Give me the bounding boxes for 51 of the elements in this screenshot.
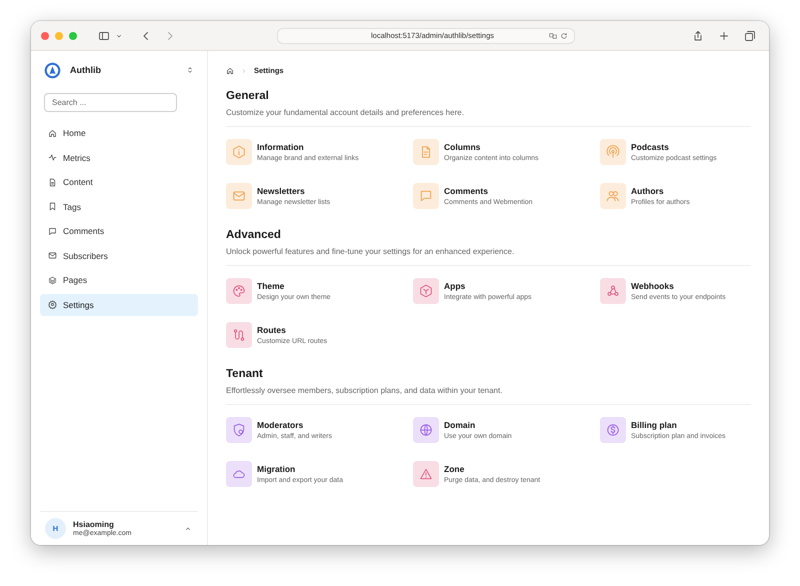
tabs-icon[interactable]: [744, 30, 756, 42]
settings-icon: [48, 300, 57, 310]
sidebar-toggle-icon[interactable]: [98, 30, 110, 42]
nav-item[interactable]: Settings: [40, 294, 198, 316]
link-title: Routes: [257, 325, 287, 335]
translate-icon[interactable]: [549, 32, 557, 40]
home-icon: [48, 128, 57, 138]
nav-item[interactable]: Subscribers: [40, 244, 198, 267]
bookmark-icon: [48, 202, 57, 212]
envelope-icon: [48, 251, 57, 260]
section-title: Tenant: [226, 368, 264, 380]
chevron-updown-icon[interactable]: [186, 66, 194, 74]
nav-item[interactable]: Home: [40, 122, 198, 144]
share-icon[interactable]: [692, 30, 704, 42]
document-icon: [48, 178, 57, 187]
layers-icon: [48, 276, 57, 285]
section-description: Unlock powerful features and fine-tune your settings for an enhanced experience.: [226, 247, 751, 266]
link-title: Billing plan: [631, 420, 678, 430]
link-title: Comments: [444, 186, 489, 196]
nav-item[interactable]: Metrics: [40, 146, 198, 169]
link-title: Podcasts: [631, 142, 670, 152]
close-button[interactable]: [41, 32, 49, 40]
link-title: Authors: [631, 186, 665, 196]
link-title: Newsletters: [257, 186, 306, 196]
link-title: Zone: [444, 464, 466, 474]
section-description: Effortlessly oversee members, subscription plans, and data within your tenant.: [226, 386, 751, 405]
nav-item[interactable]: Pages: [40, 269, 198, 292]
brand-name: Authlib: [70, 65, 102, 75]
pulse-icon: [48, 153, 57, 162]
plus-icon[interactable]: [718, 30, 730, 42]
search-field[interactable]: Search ...: [44, 93, 177, 112]
nav-item[interactable]: Tags: [40, 196, 198, 218]
chevron-right-icon: [241, 68, 247, 74]
nav-item[interactable]: Comments: [40, 220, 198, 242]
link-title: Apps: [444, 281, 466, 291]
link-title: Moderators: [257, 420, 304, 430]
link-title: Theme: [257, 281, 286, 291]
link-title: Webhooks: [631, 281, 675, 291]
user-name: Hsiaoming: [73, 520, 115, 529]
link-title: Domain: [444, 420, 476, 430]
section-description: Customize your fundamental account details and preferences here.: [226, 108, 751, 127]
link-title: Migration: [257, 464, 296, 474]
link-title: Information: [257, 142, 305, 152]
logo-icon: [44, 62, 61, 78]
home-icon[interactable]: [226, 66, 234, 74]
section-title: Advanced: [226, 229, 282, 241]
nav-item[interactable]: Content: [40, 171, 198, 194]
section-title: General: [226, 90, 270, 102]
chat-icon: [48, 226, 57, 236]
reload-icon[interactable]: [560, 32, 568, 40]
link-title: Columns: [444, 142, 482, 152]
